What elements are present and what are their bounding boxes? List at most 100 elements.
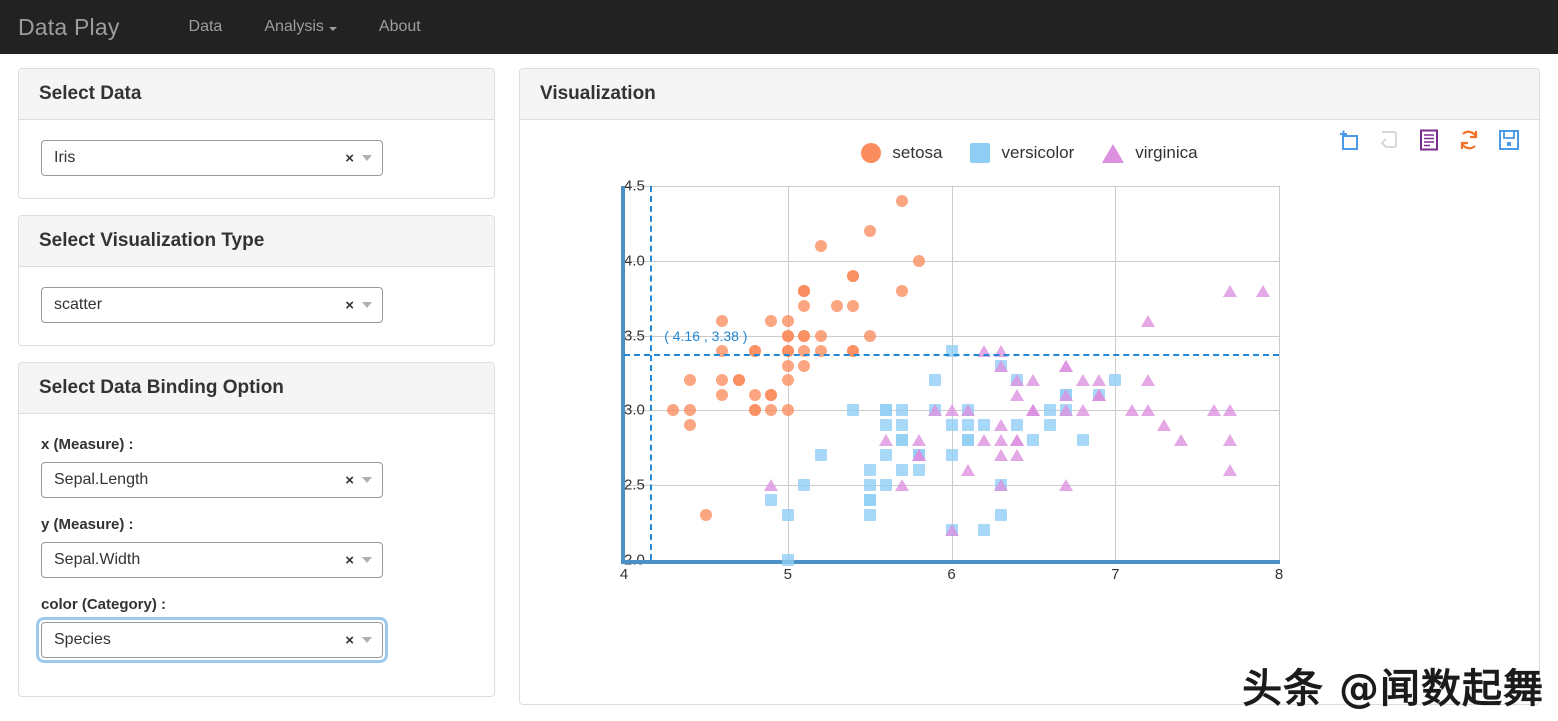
viztype-select[interactable]: scatter × xyxy=(41,287,383,323)
data-point xyxy=(1157,419,1172,432)
sidebar: Select Data Iris × Select Visualization … xyxy=(18,68,495,721)
data-point xyxy=(1011,419,1023,432)
refresh-icon[interactable] xyxy=(1457,128,1481,152)
data-point xyxy=(863,329,876,342)
panel-select-data-body: Iris × xyxy=(19,120,494,198)
chevron-down-icon[interactable] xyxy=(362,637,372,643)
data-point xyxy=(1141,314,1155,327)
nav-item-about-label: About xyxy=(378,18,421,35)
clear-icon[interactable]: × xyxy=(337,552,362,569)
data-point xyxy=(911,434,926,447)
nav-item-about[interactable]: About xyxy=(358,18,442,36)
data-point xyxy=(781,314,794,327)
chevron-down-icon[interactable] xyxy=(362,155,372,161)
dataset-select-wrap: Iris × xyxy=(39,138,385,178)
clear-icon[interactable]: × xyxy=(337,150,362,167)
x-axis-tick-label: 7 xyxy=(1111,566,1120,583)
data-point xyxy=(880,419,892,432)
field-y-measure: y (Measure) : Sepal.Width × xyxy=(39,516,474,580)
y-measure-select-value: Sepal.Width xyxy=(54,551,141,568)
scatter-plot[interactable]: 2.02.53.03.54.04.545678( 4.16 , 3.38 ) xyxy=(534,178,1525,598)
clear-icon[interactable]: × xyxy=(337,632,362,649)
dataset-select-value: Iris xyxy=(54,149,76,166)
data-point xyxy=(683,404,696,417)
data-point xyxy=(879,434,893,447)
data-point xyxy=(683,374,696,387)
data-point xyxy=(895,479,910,492)
data-point xyxy=(896,419,909,432)
grid-line-vertical xyxy=(1115,186,1117,560)
data-point xyxy=(1010,374,1024,387)
data-point xyxy=(781,404,794,417)
legend-label: setosa xyxy=(892,143,943,162)
data-point xyxy=(847,269,860,282)
nav-item-data[interactable]: Data xyxy=(168,18,244,36)
chevron-down-icon[interactable] xyxy=(362,477,372,483)
data-point xyxy=(814,239,827,252)
legend-square-icon xyxy=(970,143,991,163)
legend-label: versicolor xyxy=(1001,143,1075,162)
x-axis-line xyxy=(621,560,1280,564)
chevron-down-icon[interactable] xyxy=(362,302,372,308)
data-point xyxy=(1173,434,1188,447)
chevron-down-icon[interactable] xyxy=(362,557,372,563)
data-point xyxy=(798,329,811,342)
zoom-select-icon[interactable] xyxy=(1337,128,1361,152)
data-point xyxy=(716,314,729,327)
panel-data-binding-body: x (Measure) : Sepal.Length × y (Measure)… xyxy=(19,414,494,696)
data-point xyxy=(863,479,876,492)
data-point xyxy=(945,449,958,462)
data-table-icon[interactable] xyxy=(1417,128,1441,152)
navbar: Data Play Data Analysis About xyxy=(0,0,1558,54)
clear-icon[interactable]: × xyxy=(337,297,362,314)
data-point xyxy=(830,299,843,312)
data-point xyxy=(1206,404,1221,417)
crosshair-coordinate-label: ( 4.16 , 3.38 ) xyxy=(664,327,748,344)
field-x-measure-label: x (Measure) : xyxy=(41,436,134,453)
data-point xyxy=(1076,434,1089,447)
brand-logo[interactable]: Data Play xyxy=(18,14,120,41)
data-point xyxy=(781,374,794,387)
legend-item-setosa[interactable]: setosa xyxy=(861,143,942,163)
clear-icon[interactable]: × xyxy=(337,472,362,489)
grid-line-vertical xyxy=(1279,186,1280,560)
data-point xyxy=(1043,404,1056,417)
dataset-select[interactable]: Iris × xyxy=(41,140,383,176)
data-point xyxy=(1010,449,1024,462)
data-point xyxy=(961,434,974,447)
content: Visualization setosa versicolor virginica xyxy=(519,68,1540,721)
color-category-select-wrap: Species × xyxy=(39,620,385,660)
data-point xyxy=(993,449,1008,462)
data-point xyxy=(781,359,794,372)
nav-item-analysis-label: Analysis xyxy=(264,18,324,35)
nav-item-analysis[interactable]: Analysis xyxy=(243,18,358,36)
data-point xyxy=(1026,404,1041,417)
data-point xyxy=(911,449,926,462)
main-layout: Select Data Iris × Select Visualization … xyxy=(0,54,1558,721)
grid-line-vertical xyxy=(787,186,789,560)
data-point xyxy=(863,224,876,237)
data-point xyxy=(1075,404,1090,417)
legend-item-virginica[interactable]: virginica xyxy=(1102,143,1198,163)
chart-container: setosa versicolor virginica 2.5 3.0 3.5 … xyxy=(520,120,1539,704)
data-point xyxy=(765,389,778,402)
x-measure-select[interactable]: Sepal.Length × xyxy=(41,462,383,498)
legend-triangle-icon xyxy=(1102,143,1125,163)
save-icon[interactable] xyxy=(1497,128,1521,152)
color-category-select[interactable]: Species × xyxy=(41,622,383,658)
data-point xyxy=(993,434,1008,447)
data-point xyxy=(993,479,1008,492)
y-measure-select[interactable]: Sepal.Width × xyxy=(41,542,383,578)
y-measure-select-wrap: Sepal.Width × xyxy=(39,540,385,580)
data-point xyxy=(912,254,925,267)
data-point xyxy=(847,404,860,417)
data-point xyxy=(993,419,1008,432)
color-category-select-value: Species xyxy=(54,631,111,648)
data-point xyxy=(699,509,712,522)
panel-select-data-title: Select Data xyxy=(19,69,494,120)
data-point xyxy=(1059,479,1074,492)
crosshair-horizontal-line xyxy=(624,353,1279,356)
data-point xyxy=(765,314,778,327)
x-measure-select-wrap: Sepal.Length × xyxy=(39,460,385,500)
legend-item-versicolor[interactable]: versicolor xyxy=(970,143,1074,163)
